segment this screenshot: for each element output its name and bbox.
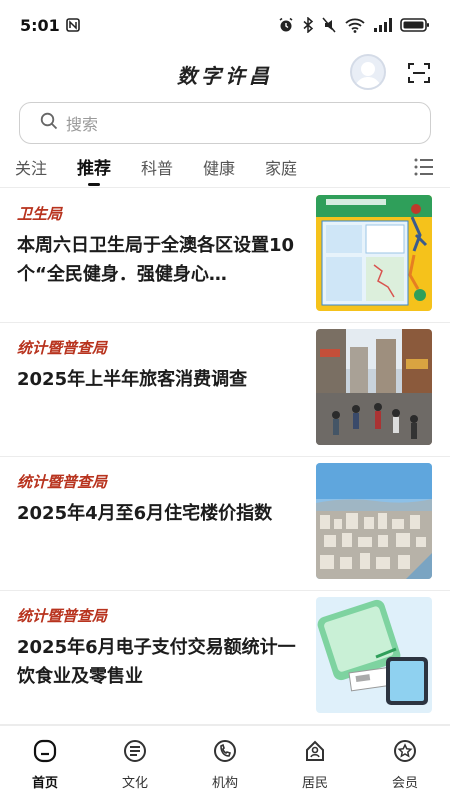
tab-menu-icon[interactable]: [412, 155, 436, 179]
bluetooth-icon: [302, 17, 314, 33]
wifi-icon: [344, 17, 366, 33]
nav-label: 首页: [31, 776, 58, 791]
alarm-icon: [278, 17, 294, 33]
search-placeholder: 搜索: [66, 115, 99, 134]
status-bar: 5:01: [0, 0, 450, 50]
news-title: 2025年上半年旅客消费调查: [17, 369, 248, 390]
news-title: 本周六日卫生局于全澳各区设置10个“全民健身．强健身心…: [17, 235, 295, 285]
tab-health[interactable]: 健康: [203, 146, 235, 188]
scan-icon[interactable]: [406, 60, 432, 86]
tab-science[interactable]: 科普: [141, 146, 173, 188]
nav-resident[interactable]: 居民: [270, 726, 360, 800]
search-input[interactable]: 搜索: [19, 102, 431, 144]
signal-icon: [374, 18, 392, 32]
nav-member[interactable]: 会员: [360, 726, 450, 800]
nav-institution[interactable]: 机构: [180, 726, 270, 800]
home-icon: [32, 738, 58, 768]
search-icon: [40, 112, 58, 134]
mute-icon: [322, 17, 336, 33]
culture-icon: [122, 738, 148, 768]
member-icon: [392, 738, 418, 768]
news-thumbnail: [316, 329, 432, 445]
app-header: 数字许昌: [0, 50, 450, 98]
list-item[interactable]: 统计暨普查局 2025年6月电子支付交易额统计一饮食业及零售业: [0, 591, 450, 725]
nav-home[interactable]: 首页: [0, 726, 90, 800]
news-title: 2025年4月至6月住宅楼价指数: [17, 503, 273, 524]
news-source: 统计暨普查局: [17, 607, 108, 625]
nfc-icon: [65, 18, 80, 32]
battery-icon: [400, 17, 430, 33]
news-source: 卫生局: [17, 205, 63, 223]
tab-follow[interactable]: 关注: [15, 146, 47, 188]
tab-family[interactable]: 家庭: [265, 146, 297, 188]
news-thumbnail: [316, 463, 432, 579]
news-thumbnail: [316, 195, 432, 311]
category-tabs: 关注 推荐 科普 健康 家庭: [0, 146, 450, 188]
status-time: 5:01: [20, 15, 60, 35]
list-item[interactable]: 统计暨普查局 2025年4月至6月住宅楼价指数: [0, 457, 450, 591]
nav-label: 居民: [301, 776, 328, 791]
nav-label: 会员: [391, 776, 418, 791]
news-thumbnail: [316, 597, 432, 713]
news-title: 2025年6月电子支付交易额统计一饮食业及零售业: [17, 637, 296, 687]
nav-label: 机构: [211, 776, 238, 791]
institution-icon: [212, 738, 238, 768]
nav-culture[interactable]: 文化: [90, 726, 180, 800]
resident-icon: [302, 738, 328, 768]
list-item[interactable]: 统计暨普查局 2025年上半年旅客消费调查: [0, 323, 450, 457]
news-source: 统计暨普查局: [17, 473, 108, 491]
news-source: 统计暨普查局: [17, 339, 108, 357]
app-title: 数字许昌: [177, 63, 273, 88]
nav-label: 文化: [121, 776, 148, 791]
news-feed: 卫生局 本周六日卫生局于全澳各区设置10个“全民健身．强健身心… 统计暨普查局: [0, 189, 450, 725]
avatar[interactable]: [350, 54, 386, 90]
bottom-nav: 首页 文化 机构 居民 会员: [0, 725, 450, 800]
tab-recommended[interactable]: 推荐: [77, 146, 111, 188]
list-item[interactable]: 卫生局 本周六日卫生局于全澳各区设置10个“全民健身．强健身心…: [0, 189, 450, 323]
